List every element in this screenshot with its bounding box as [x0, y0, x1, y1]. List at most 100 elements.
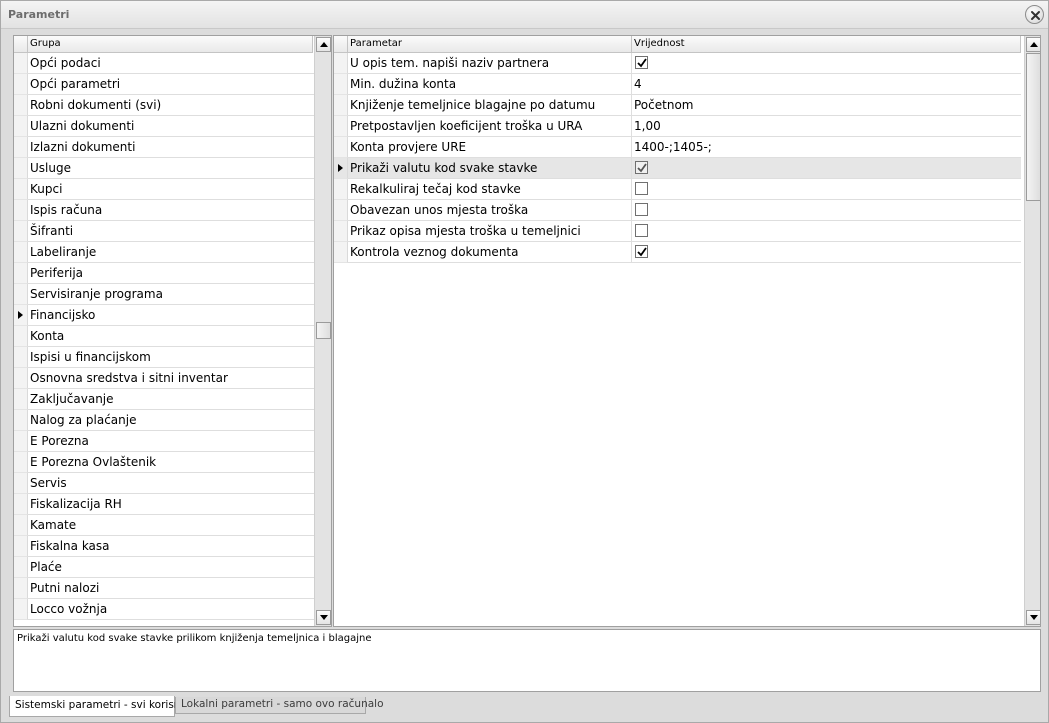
parameter-checkbox[interactable]: [635, 245, 648, 258]
group-row-label: Šifranti: [28, 221, 314, 242]
parameter-name: Prikaz opisa mjesta troška u temeljnici: [348, 221, 632, 242]
parameter-row[interactable]: U opis tem. napiši naziv partnera: [334, 53, 1022, 74]
group-row[interactable]: E Porezna Ovlaštenik: [14, 452, 314, 473]
parameter-row[interactable]: Obavezan unos mjesta troška: [334, 200, 1022, 221]
group-row[interactable]: E Porezna: [14, 431, 314, 452]
parameter-value[interactable]: [632, 179, 1021, 200]
group-row[interactable]: Kupci: [14, 179, 314, 200]
group-row[interactable]: Usluge: [14, 158, 314, 179]
group-row[interactable]: Ulazni dokumenti: [14, 116, 314, 137]
group-row[interactable]: Osnovna sredstva i sitni inventar: [14, 368, 314, 389]
parameter-value[interactable]: [632, 158, 1021, 179]
parameter-scroll-thumb[interactable]: [1026, 53, 1040, 201]
row-indicator: [334, 95, 348, 116]
parameter-row[interactable]: Konta provjere URE 1400-;1405-;: [334, 137, 1022, 158]
row-indicator: [14, 431, 28, 452]
parameter-name: Knjiženje temeljnice blagajne po datumu: [348, 95, 632, 116]
parameter-row[interactable]: Knjiženje temeljnice blagajne po datumu P…: [334, 95, 1022, 116]
tab-local-parameters[interactable]: Lokalni parametri - samo ovo računalo: [175, 697, 384, 714]
group-row-label: Osnovna sredstva i sitni inventar: [28, 368, 314, 389]
group-row[interactable]: Fiskalna kasa: [14, 536, 314, 557]
group-row[interactable]: Opći podaci: [14, 53, 314, 74]
group-row[interactable]: Ispis računa: [14, 200, 314, 221]
group-row[interactable]: Putni nalozi: [14, 578, 314, 599]
group-row[interactable]: Konta: [14, 326, 314, 347]
arrow-up-icon: [1030, 42, 1038, 47]
group-grid-scrollbar[interactable]: [314, 36, 331, 626]
parameter-row[interactable]: Prikaži valutu kod svake stavke: [334, 158, 1022, 179]
row-indicator: [14, 473, 28, 494]
group-row[interactable]: Šifranti: [14, 221, 314, 242]
group-row[interactable]: Robni dokumenti (svi): [14, 95, 314, 116]
row-indicator: [334, 116, 348, 137]
row-indicator: [14, 305, 28, 326]
group-row[interactable]: Servisiranje programa: [14, 284, 314, 305]
group-row[interactable]: Ispisi u financijskom: [14, 347, 314, 368]
parameter-row[interactable]: Rekalkuliraj tečaj kod stavke: [334, 179, 1022, 200]
group-row-label: E Porezna Ovlaštenik: [28, 452, 314, 473]
parameter-grid[interactable]: Parametar Vrijednost U opis tem. napiši …: [333, 35, 1041, 627]
group-scroll-thumb[interactable]: [316, 322, 331, 339]
parameter-description: Prikaži valutu kod svake stavke prilikom…: [13, 629, 1041, 692]
parameter-checkbox[interactable]: [635, 161, 648, 174]
parameter-value[interactable]: 4: [632, 74, 1021, 95]
parameter-name: Min. dužina konta: [348, 74, 632, 95]
group-row[interactable]: Labeliranje: [14, 242, 314, 263]
row-indicator: [334, 200, 348, 221]
row-indicator: [14, 116, 28, 137]
arrow-down-icon: [320, 615, 328, 620]
group-row-label: Plaće: [28, 557, 314, 578]
row-indicator: [14, 263, 28, 284]
parameter-checkbox[interactable]: [635, 182, 648, 195]
group-row[interactable]: Kamate: [14, 515, 314, 536]
parameter-row[interactable]: Pretpostavljen koeficijent troška u URA 1…: [334, 116, 1022, 137]
group-row-label: Locco vožnja: [28, 599, 314, 620]
group-row[interactable]: Opći parametri: [14, 74, 314, 95]
parameter-row[interactable]: Min. dužina konta 4: [334, 74, 1022, 95]
close-button[interactable]: [1025, 5, 1044, 24]
parameter-grid-scrollbar[interactable]: [1024, 36, 1040, 626]
group-row-label: Izlazni dokumenti: [28, 137, 314, 158]
row-indicator: [14, 179, 28, 200]
parameter-column-header[interactable]: Parametar: [348, 36, 632, 53]
parameter-value[interactable]: [632, 53, 1021, 74]
parameter-value[interactable]: Početnom: [632, 95, 1021, 116]
group-grid-indicator-header: [14, 36, 28, 53]
group-row[interactable]: Fiskalizacija RH: [14, 494, 314, 515]
row-indicator: [14, 158, 28, 179]
group-row[interactable]: Servis: [14, 473, 314, 494]
group-row[interactable]: Locco vožnja: [14, 599, 314, 620]
group-row[interactable]: Zaključavanje: [14, 389, 314, 410]
row-indicator: [14, 74, 28, 95]
group-row[interactable]: Financijsko: [14, 305, 314, 326]
group-row[interactable]: Izlazni dokumenti: [14, 137, 314, 158]
parameter-row[interactable]: Kontrola veznog dokumenta: [334, 242, 1022, 263]
group-row[interactable]: Periferija: [14, 263, 314, 284]
group-row-label: Opći podaci: [28, 53, 314, 74]
parameter-scroll-down-button[interactable]: [1026, 610, 1040, 625]
parameter-checkbox[interactable]: [635, 56, 648, 69]
parameter-checkbox[interactable]: [635, 224, 648, 237]
group-row[interactable]: Plaće: [14, 557, 314, 578]
group-grid[interactable]: Grupa Opći podaci Opći parametri Robni dok…: [13, 35, 332, 627]
group-scroll-up-button[interactable]: [316, 37, 331, 52]
group-scroll-down-button[interactable]: [316, 610, 331, 625]
tab-system-parameters[interactable]: Sistemski parametri - svi korisnici: [9, 696, 192, 717]
row-indicator: [14, 137, 28, 158]
parameter-value[interactable]: [632, 200, 1021, 221]
parameter-value[interactable]: [632, 242, 1021, 263]
row-indicator: [334, 179, 348, 200]
parameter-value[interactable]: [632, 221, 1021, 242]
group-column-header[interactable]: Grupa: [28, 36, 313, 53]
row-indicator: [14, 452, 28, 473]
check-icon: [637, 247, 647, 257]
value-column-header[interactable]: Vrijednost: [632, 36, 1021, 53]
parameter-checkbox[interactable]: [635, 203, 648, 216]
parameter-value[interactable]: 1,00: [632, 116, 1021, 137]
group-row-label: Ispis računa: [28, 200, 314, 221]
parameter-value[interactable]: 1400-;1405-;: [632, 137, 1021, 158]
group-row[interactable]: Nalog za plaćanje: [14, 410, 314, 431]
parameter-row[interactable]: Prikaz opisa mjesta troška u temeljnici: [334, 221, 1022, 242]
parameter-scroll-up-button[interactable]: [1026, 37, 1040, 52]
row-indicator: [334, 221, 348, 242]
